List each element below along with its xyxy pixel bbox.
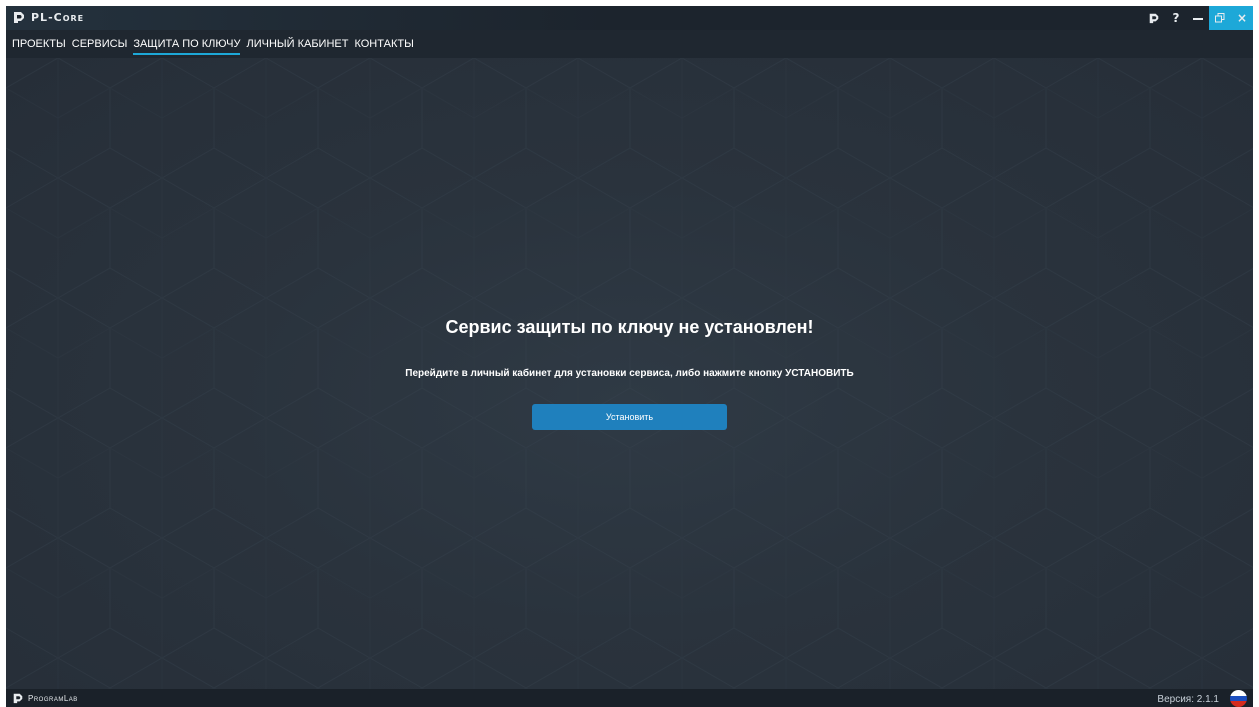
russian-flag-icon[interactable] (1230, 690, 1247, 707)
nav-item-services[interactable]: СЕРВИСЫ (72, 38, 128, 55)
main-content: Сервис защиты по ключу не установлен! Пе… (6, 58, 1253, 689)
programlab-logo-icon (13, 693, 23, 704)
status-heading: Сервис защиты по ключу не установлен! (445, 317, 814, 337)
logo-button[interactable] (1143, 6, 1165, 30)
nav-item-projects[interactable]: ПРОЕКТЫ (12, 38, 66, 55)
install-button[interactable]: Установить (532, 404, 727, 430)
close-button[interactable]: × (1231, 6, 1253, 30)
status-bar: ProgramLab Версия: 2.1.1 (6, 689, 1253, 707)
footer-brand: ProgramLab (28, 693, 78, 703)
nav-items: ПРОЕКТЫ СЕРВИСЫ ЗАЩИТА ПО КЛЮЧУ ЛИЧНЫЙ К… (12, 38, 420, 55)
minimize-icon (1193, 18, 1203, 20)
restore-icon (1215, 13, 1225, 23)
nav-item-key-protection[interactable]: ЗАЩИТА ПО КЛЮЧУ (133, 38, 241, 55)
title-bar-glow (6, 6, 606, 30)
minimize-button[interactable] (1187, 6, 1209, 30)
app-title: PL-Core (31, 10, 85, 24)
app-logo: PL-Core (12, 10, 84, 24)
pl-core-logo-icon (14, 12, 24, 23)
title-bar[interactable]: PL-Core ? × (6, 6, 1253, 30)
app-window: PL-Core ? × ПРОЕКТЫ СЕРВИСЫ ЗАЩИТА ПО КЛ… (6, 6, 1253, 707)
main-nav: ПРОЕКТЫ СЕРВИСЫ ЗАЩИТА ПО КЛЮЧУ ЛИЧНЫЙ К… (6, 30, 1253, 58)
help-button[interactable]: ? (1165, 6, 1187, 30)
restore-button[interactable] (1209, 6, 1231, 30)
pl-core-logo-icon (1149, 13, 1159, 24)
nav-item-contacts[interactable]: КОНТАКТЫ (354, 38, 413, 55)
programlab-logo[interactable]: ProgramLab (12, 692, 78, 704)
window-controls: ? × (1143, 6, 1253, 30)
nav-item-personal-account[interactable]: ЛИЧНЫЙ КАБИНЕТ (246, 38, 348, 55)
version-label: Версия: 2.1.1 (1157, 694, 1219, 705)
status-description: Перейдите в личный кабинет для установки… (405, 368, 854, 379)
